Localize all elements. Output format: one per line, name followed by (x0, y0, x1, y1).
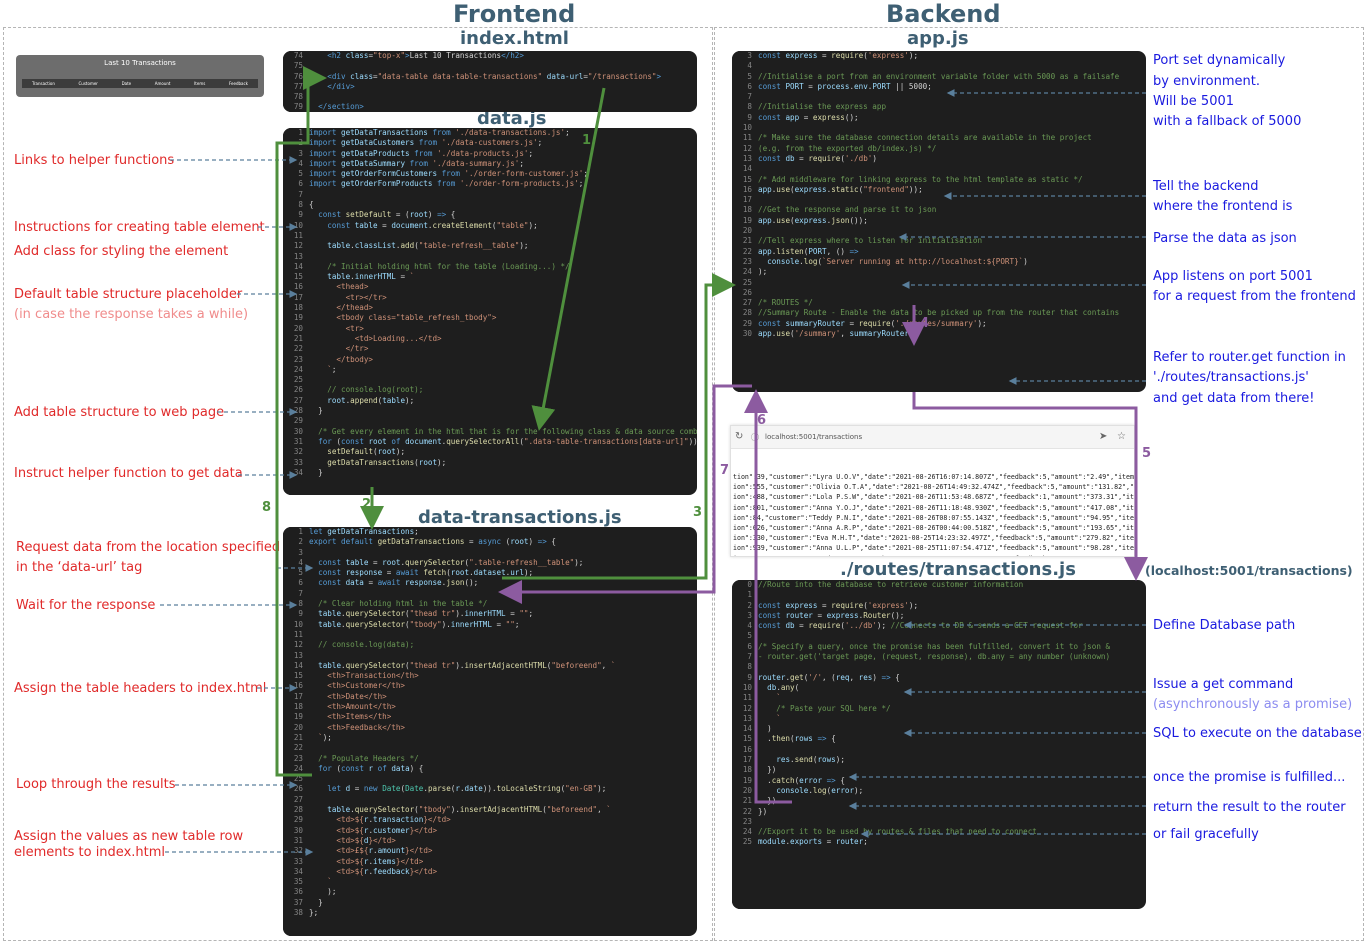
left-connector-lines (160, 156, 314, 856)
arrow-3 (502, 273, 736, 580)
right-connector-lines (848, 89, 1146, 838)
arrow-6 (744, 389, 792, 804)
arrow-5 (912, 392, 1148, 581)
flow-arrows (160, 66, 1148, 856)
arrow-1 (531, 87, 606, 431)
arrow-8 (275, 66, 327, 777)
